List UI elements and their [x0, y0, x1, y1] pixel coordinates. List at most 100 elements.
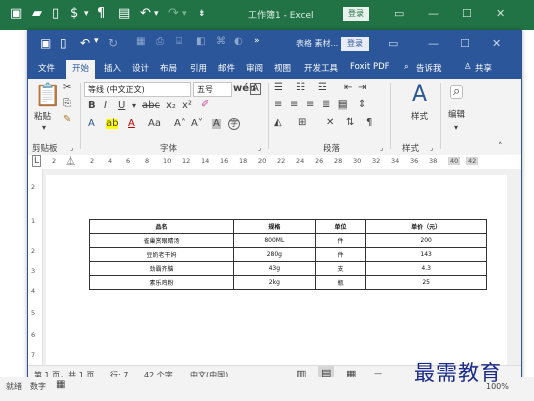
- grow-font-icon[interactable]: A˄: [174, 119, 186, 129]
- tab-tell-me[interactable]: 告诉我: [416, 62, 442, 74]
- clipboard-launcher-icon[interactable]: ⌟: [70, 143, 73, 153]
- table-cell[interactable]: 43g: [233, 261, 316, 276]
- table-cell[interactable]: 280g: [233, 247, 316, 262]
- excel-redo-icon[interactable]: ↷: [168, 6, 179, 22]
- word-qat-more-icon[interactable]: »: [254, 36, 260, 46]
- word-maximize-icon[interactable]: ☐: [460, 37, 470, 50]
- excel-save-icon[interactable]: ▣: [10, 6, 22, 22]
- word-qat-tool4-icon[interactable]: ◧: [196, 36, 205, 47]
- line-spacing-icon[interactable]: ⇕: [358, 100, 366, 110]
- align-center-icon[interactable]: ≡: [290, 100, 298, 110]
- paste-icon[interactable]: 📋: [34, 85, 61, 107]
- shrink-font-icon[interactable]: A˅: [191, 119, 203, 129]
- table-cell[interactable]: 4.3: [365, 261, 487, 276]
- table-header-cell[interactable]: 单位: [314, 219, 367, 234]
- shading-icon[interactable]: ◭: [274, 118, 282, 128]
- tab-review[interactable]: 审阅: [246, 62, 263, 74]
- table-cell[interactable]: 豆奶老干妈: [88, 247, 235, 262]
- excel-close-icon[interactable]: ✕: [496, 7, 505, 20]
- align-left-icon[interactable]: ≡: [274, 100, 282, 110]
- numbering-icon[interactable]: ☷: [296, 83, 305, 93]
- tab-share[interactable]: 共享: [475, 62, 492, 74]
- tab-view[interactable]: 视图: [274, 62, 291, 74]
- styles-button[interactable]: 样式: [411, 112, 428, 122]
- excel-macro-icon[interactable]: ▦: [56, 379, 65, 390]
- distributed-icon[interactable]: ▤: [338, 100, 348, 110]
- word-new-icon[interactable]: ▯: [60, 36, 67, 50]
- tab-developer[interactable]: 开发工具: [304, 62, 338, 74]
- word-qat-tool2-icon[interactable]: ⎙: [156, 36, 164, 47]
- highlight-icon[interactable]: ab: [106, 119, 119, 129]
- editing-button[interactable]: 编辑: [448, 110, 465, 120]
- styles-launcher-icon[interactable]: ⌟: [430, 143, 433, 153]
- table-cell[interactable]: 劲霸齐脑: [88, 261, 235, 276]
- align-right-icon[interactable]: ≡: [306, 100, 314, 110]
- show-marks-icon[interactable]: ¶: [366, 118, 372, 128]
- word-undo-icon[interactable]: ↶: [80, 36, 90, 50]
- excel-new-icon[interactable]: ▯: [52, 6, 59, 22]
- vertical-ruler[interactable]: 2 1 2 3 4 5 6 7: [28, 169, 43, 365]
- excel-preview-icon[interactable]: ▤: [118, 6, 130, 22]
- chinese-layout-icon[interactable]: ✕: [326, 118, 334, 128]
- increase-indent-icon[interactable]: ⇥: [358, 83, 366, 93]
- table-cell[interactable]: 支: [314, 261, 367, 276]
- superscript-icon[interactable]: x²: [182, 101, 192, 111]
- subscript-icon[interactable]: x₂: [166, 101, 176, 111]
- indent-marker-icon[interactable]: ⏅: [66, 154, 75, 167]
- table-header-cell[interactable]: 单价（元）: [365, 219, 487, 234]
- excel-undo-icon[interactable]: ↶: [140, 6, 151, 22]
- table-cell[interactable]: 件: [314, 247, 367, 262]
- editing-dropdown-icon[interactable]: ▾: [454, 123, 458, 133]
- word-qat-tool5-icon[interactable]: ⌘: [216, 36, 226, 47]
- table-cell[interactable]: 雀巢赏眼睛汤: [88, 233, 235, 248]
- sort-icon[interactable]: ⇅: [346, 118, 354, 128]
- table-header-cell[interactable]: 规格: [233, 219, 316, 234]
- data-table[interactable]: 品名 规格 单位 单价（元） 雀巢赏眼睛汤 800ML 件 200 豆奶老干妈: [88, 219, 487, 290]
- paragraph-launcher-icon[interactable]: ⌟: [380, 143, 383, 153]
- share-icon[interactable]: ♙: [464, 62, 472, 72]
- word-close-icon[interactable]: ✕: [492, 37, 501, 50]
- table-cell[interactable]: 25: [365, 275, 487, 290]
- word-qat-tool1-icon[interactable]: ▦: [136, 36, 145, 47]
- copy-icon[interactable]: ⎘: [63, 99, 71, 109]
- tab-insert[interactable]: 插入: [104, 62, 121, 74]
- italic-icon[interactable]: I: [104, 101, 107, 111]
- multilevel-list-icon[interactable]: ☲: [318, 83, 327, 93]
- bold-icon[interactable]: B: [88, 101, 96, 111]
- excel-open-icon[interactable]: ▰: [32, 6, 42, 22]
- word-save-icon[interactable]: ▣: [40, 36, 51, 50]
- table-cell[interactable]: 800ML: [233, 233, 316, 248]
- enclose-char-icon[interactable]: 字: [228, 118, 240, 130]
- text-effects-icon[interactable]: A: [88, 119, 95, 129]
- excel-minimize-icon[interactable]: —: [428, 7, 439, 20]
- excel-redo-dropdown-icon[interactable]: ▾: [182, 6, 187, 22]
- collapse-ribbon-icon[interactable]: ˄: [498, 142, 503, 152]
- borders-icon[interactable]: ⊞: [298, 118, 306, 128]
- word-redo-icon[interactable]: ↻: [108, 36, 118, 50]
- format-painter-icon[interactable]: ✎: [63, 115, 71, 125]
- table-header-cell[interactable]: 品名: [88, 219, 235, 234]
- word-ribbon-options-icon[interactable]: ▭: [388, 37, 398, 50]
- table-cell[interactable]: 143: [365, 247, 487, 262]
- excel-maximize-icon[interactable]: ☐: [462, 7, 472, 20]
- strikethrough-icon[interactable]: abc: [142, 101, 160, 111]
- table-cell[interactable]: 2kg: [233, 275, 316, 290]
- tab-file[interactable]: 文件: [38, 62, 55, 74]
- char-border-icon[interactable]: A: [250, 83, 261, 95]
- find-icon[interactable]: ⌕: [450, 85, 464, 99]
- font-launcher-icon[interactable]: ⌟: [258, 143, 261, 153]
- tab-mailings[interactable]: 邮件: [218, 62, 235, 74]
- clear-format-icon[interactable]: ✐: [201, 100, 209, 110]
- excel-ribbon-options-icon[interactable]: ▭: [394, 7, 404, 20]
- underline-dropdown-icon[interactable]: ▾: [132, 101, 136, 111]
- tab-home[interactable]: 开始: [66, 60, 96, 80]
- word-qat-tool6-icon[interactable]: ◐: [234, 36, 243, 47]
- font-size-combo[interactable]: 五号: [193, 82, 232, 97]
- underline-icon[interactable]: U: [118, 101, 125, 111]
- font-name-combo[interactable]: 等线 (中文正文): [84, 82, 191, 97]
- tab-references[interactable]: 引用: [190, 62, 207, 74]
- styles-gallery-icon[interactable]: A: [412, 84, 427, 106]
- excel-customize-icon[interactable]: ⇟: [198, 6, 206, 22]
- change-case-icon[interactable]: Aa: [148, 119, 161, 129]
- excel-undo-dropdown-icon[interactable]: ▾: [154, 6, 159, 22]
